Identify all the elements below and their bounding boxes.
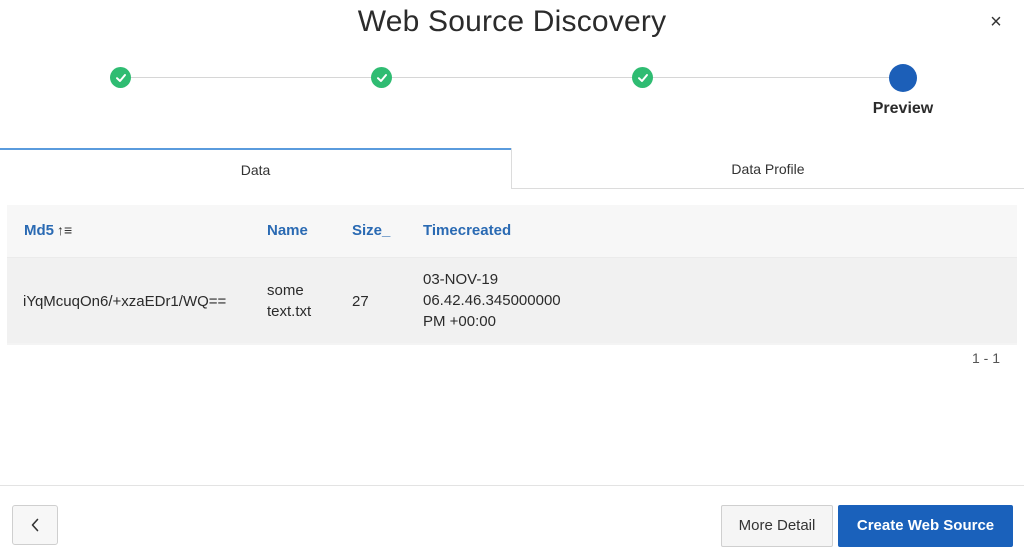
column-header-md5[interactable]: Md5 ↑≡: [24, 222, 72, 239]
check-icon: [115, 73, 126, 82]
footer-divider: [0, 485, 1024, 486]
cell-name-line: some: [267, 282, 304, 299]
check-icon: [376, 73, 387, 82]
cell-timecreated: 03-NOV-19 06.42.46.345000000 PM +00:00: [423, 269, 561, 332]
web-source-discovery-dialog: Web Source Discovery × Preview Data Data…: [0, 0, 1024, 552]
cell-time-line: 06.42.46.345000000: [423, 292, 561, 309]
column-header-size[interactable]: Size_: [352, 222, 390, 239]
check-icon: [637, 73, 648, 82]
cell-size: 27: [352, 293, 369, 310]
table-row[interactable]: iYqMcuqOn6/+xzaEDr1/WQ== some text.txt 2…: [7, 258, 1017, 343]
grid-header: Md5 ↑≡ Name Size_ Timecreated: [7, 205, 1017, 258]
column-header-name[interactable]: Name: [267, 222, 308, 239]
step-connector-line: [121, 77, 904, 78]
step-4-current[interactable]: [889, 64, 917, 92]
column-header-timecreated[interactable]: Timecreated: [423, 222, 511, 239]
tab-data-profile[interactable]: Data Profile: [511, 148, 1024, 189]
dialog-title: Web Source Discovery: [357, 5, 667, 38]
sort-ascending-icon[interactable]: ↑≡: [57, 222, 72, 238]
more-detail-button[interactable]: More Detail: [721, 505, 833, 547]
step-1-complete[interactable]: [110, 67, 131, 88]
tab-bar: Data Data Profile: [0, 148, 1024, 190]
cell-name: some text.txt: [267, 280, 311, 322]
create-web-source-button[interactable]: Create Web Source: [838, 505, 1013, 547]
cell-md5: iYqMcuqOn6/+xzaEDr1/WQ==: [23, 293, 227, 310]
step-label-preview: Preview: [872, 100, 934, 117]
back-button[interactable]: [12, 505, 58, 545]
cell-time-line: 03-NOV-19: [423, 271, 499, 288]
pagination-range: 1 - 1: [971, 350, 1000, 366]
column-header-label: Md5: [24, 222, 54, 239]
tab-data[interactable]: Data: [0, 148, 511, 189]
chevron-left-icon: [31, 518, 39, 532]
cell-time-line: PM +00:00: [423, 313, 496, 330]
step-2-complete[interactable]: [371, 67, 392, 88]
step-3-complete[interactable]: [632, 67, 653, 88]
cell-name-line: text.txt: [267, 303, 312, 320]
close-icon[interactable]: ×: [982, 8, 1010, 36]
data-grid: Md5 ↑≡ Name Size_ Timecreated iYqMcuqOn6/…: [7, 205, 1017, 345]
